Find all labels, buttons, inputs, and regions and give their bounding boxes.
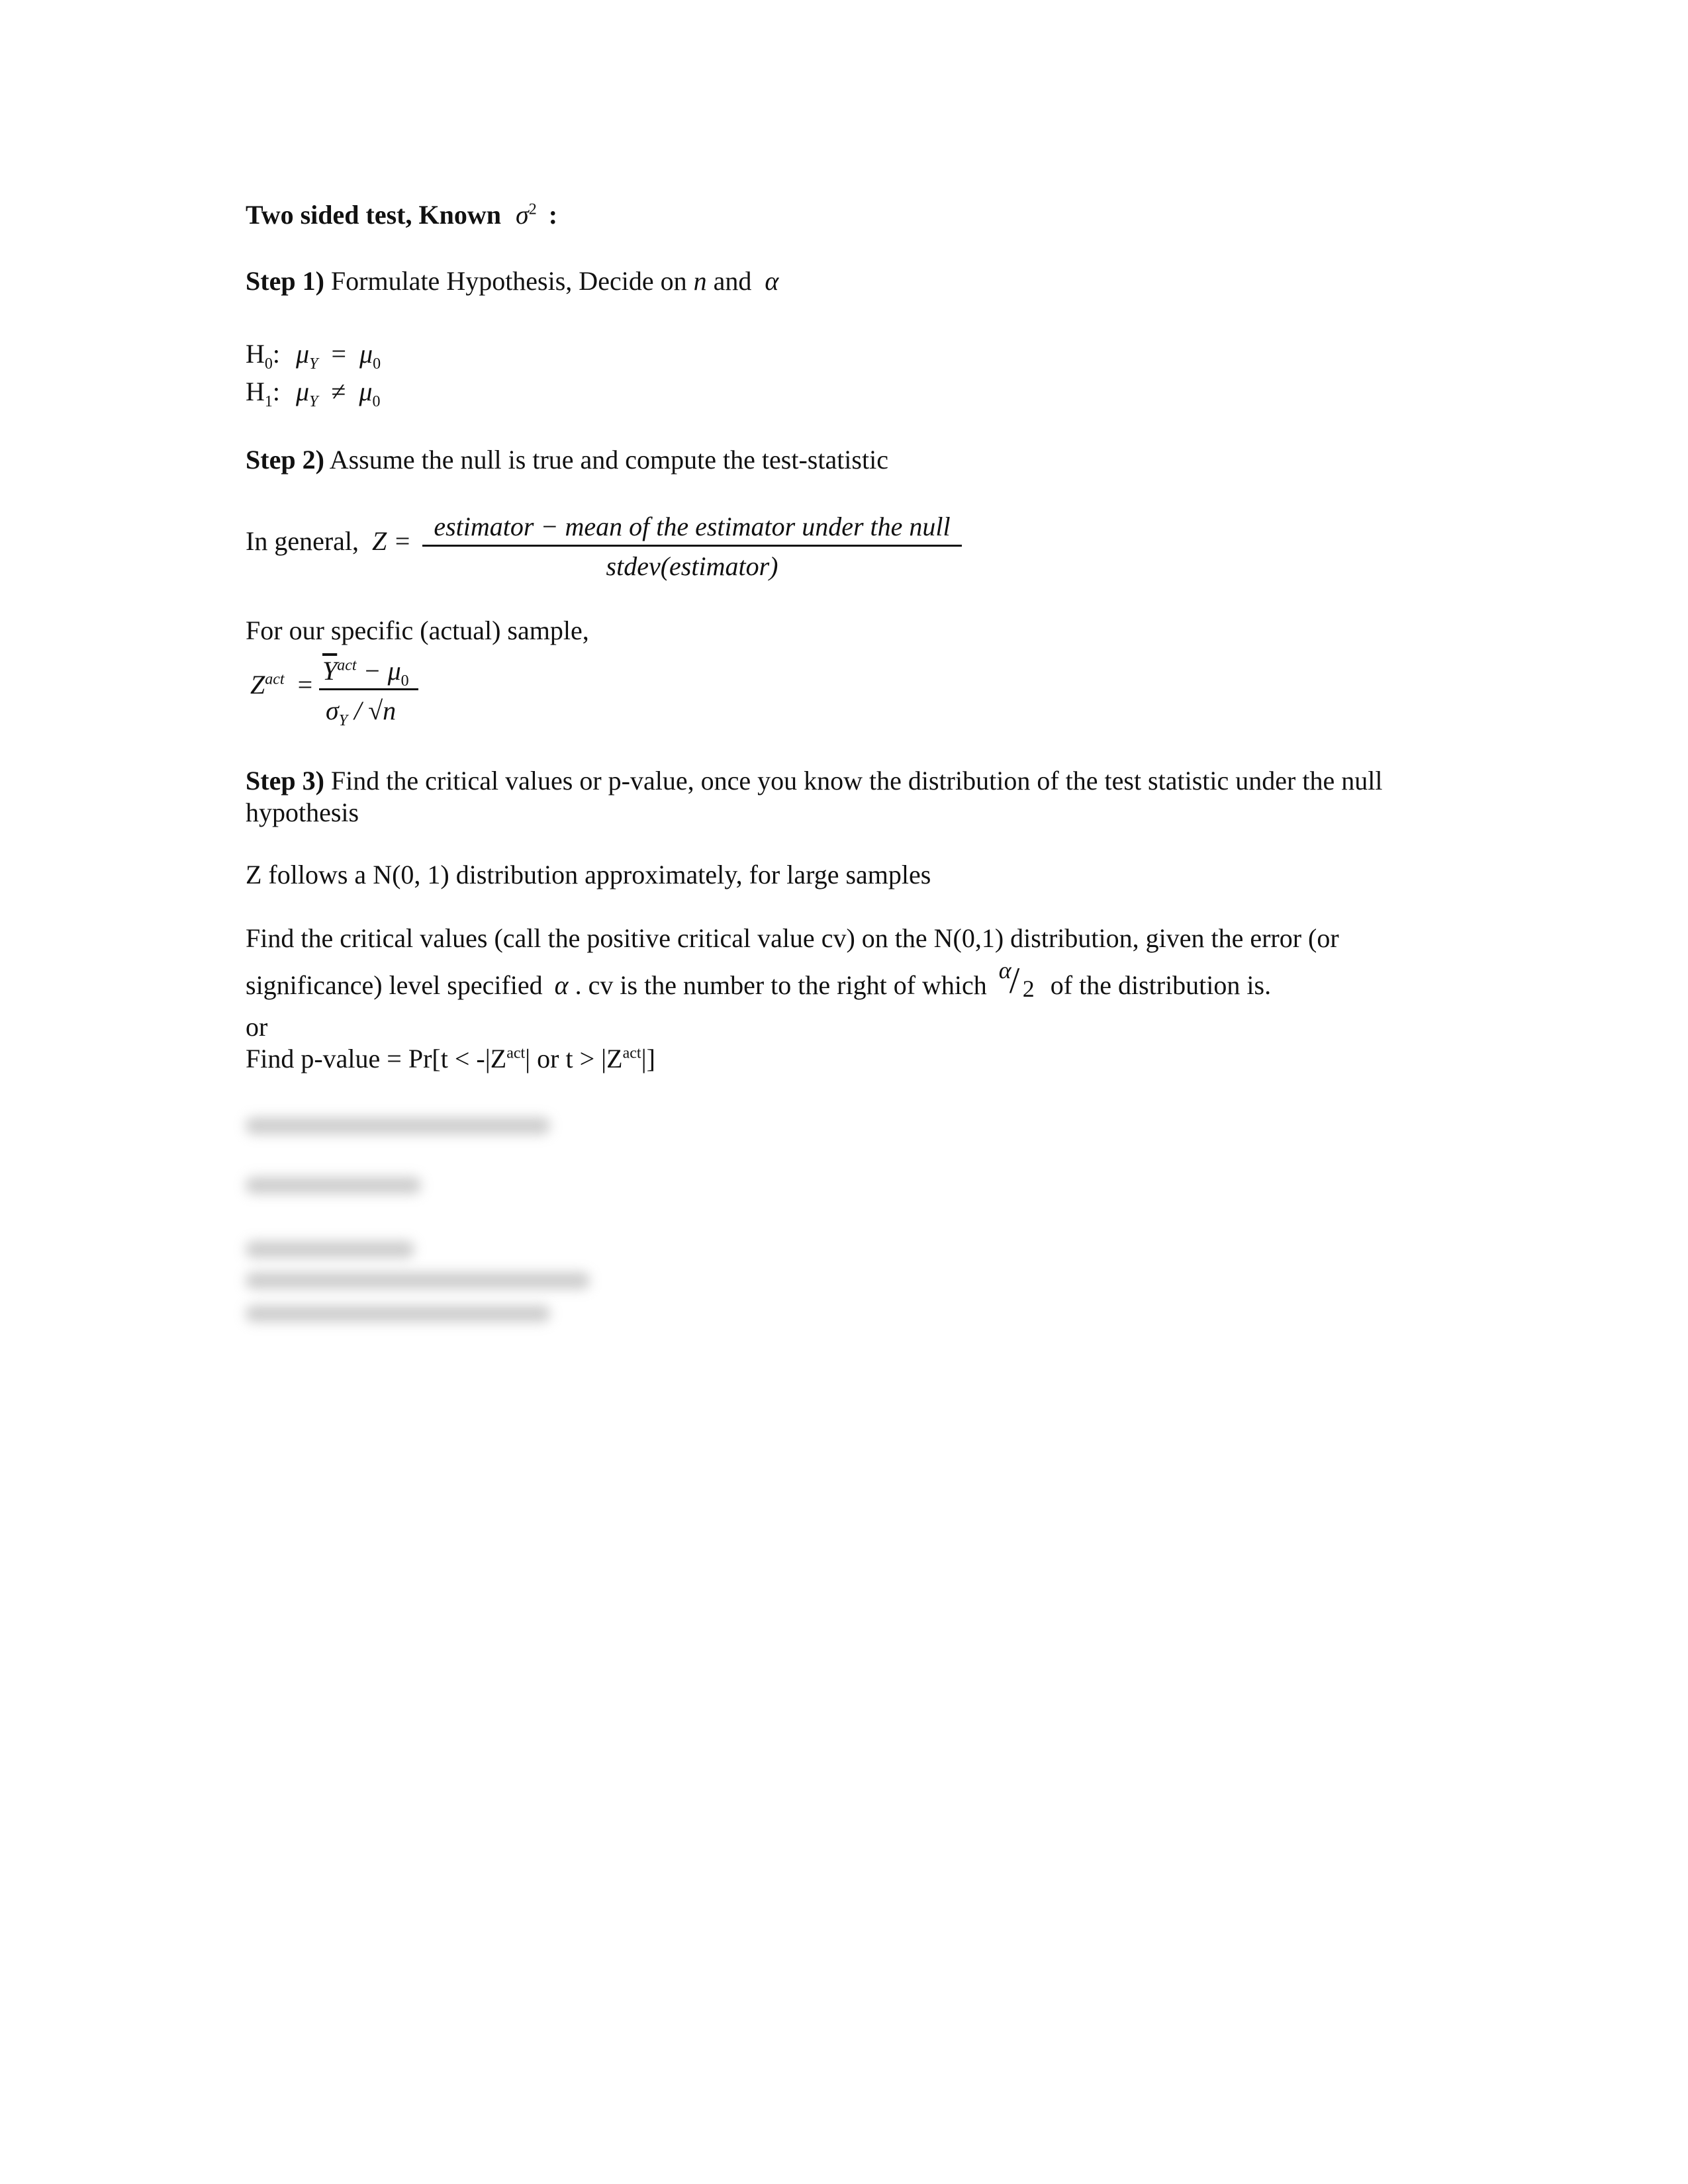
zact-fraction: Yact − μ0 σY / √n: [319, 652, 418, 731]
zact-numerator: Yact − μ0: [322, 655, 409, 689]
h-letter: H: [246, 377, 265, 406]
act-superscript: act: [337, 657, 357, 674]
act-superscript: act: [506, 1044, 526, 1062]
pvalue-mid: | or t > |Z: [525, 1044, 623, 1073]
mu-subscript: 0: [373, 355, 381, 373]
alpha-symbol: α: [554, 970, 569, 1000]
step3-text: Find the critical values or p-value, onc…: [330, 766, 1383, 796]
general-fraction: estimator − mean of the estimator under …: [422, 506, 962, 581]
blurred-line: [246, 1177, 421, 1194]
blurred-line: [246, 1272, 590, 1289]
blurred-line: [246, 1117, 550, 1134]
step2-text: Assume the null is true and compute the …: [329, 445, 888, 475]
h-letter: H: [246, 339, 265, 369]
fraction-bar: [319, 688, 418, 690]
act-superscript: act: [265, 670, 285, 688]
equals-operator: =: [331, 339, 347, 369]
fraction-bar: [422, 545, 962, 547]
pvalue-prefix: Find p-value = Pr[t < -|Z: [246, 1044, 507, 1073]
general-formula-lhs: In general, Z =: [246, 528, 411, 555]
zact-lhs: Zact =: [250, 672, 312, 698]
critical-line2: significance) level specified α . cv is …: [246, 958, 1272, 1001]
sigma-symbol: σ: [326, 696, 339, 725]
not-equals-operator: ≠: [331, 377, 346, 406]
blurred-line: [246, 1305, 550, 1322]
mu-symbol: μ: [296, 339, 310, 369]
colon: :: [272, 339, 281, 369]
pvalue-line: Find p-value = Pr[t < -|Zact| or t > |Za…: [246, 1046, 655, 1072]
step1-label: Step 1): [246, 266, 324, 296]
zact-denominator: σY / √n: [326, 695, 397, 729]
z-follows-text: Z follows a N(0, 1) distribution approxi…: [246, 860, 931, 889]
z-symbol: Z: [250, 670, 265, 700]
step1-text: Formulate Hypothesis, Decide on: [330, 266, 687, 296]
mu-subscript: 0: [400, 672, 409, 690]
fraction-numerator: estimator − mean of the estimator under …: [434, 512, 951, 541]
critical-line1: Find the critical values (call the posit…: [246, 923, 1339, 953]
step2-line: Step 2) Assume the null is true and comp…: [246, 447, 888, 473]
n-symbol: n: [693, 266, 707, 296]
h-subscript: 1: [264, 393, 273, 410]
page-title: Two sided test, Known σ2 :: [246, 202, 557, 228]
step1-line: Step 1) Formulate Hypothesis, Decide on …: [246, 268, 778, 295]
h-subscript: 0: [264, 355, 273, 373]
or-text: or: [246, 1012, 268, 1042]
step3-label: Step 3): [246, 766, 324, 796]
null-hypothesis: H0: μY = μ0: [246, 339, 381, 373]
mu-symbol: μ: [296, 377, 310, 406]
specific-text: For our specific (actual) sample,: [246, 615, 589, 645]
mu-symbol: μ: [359, 377, 373, 406]
step3-continuation: hypothesis: [246, 797, 359, 827]
critical-text-a: significance) level specified: [246, 970, 543, 1000]
step3-line: Step 3) Find the critical values or p-va…: [246, 768, 1382, 794]
blurred-line: [246, 1241, 414, 1258]
minus-mu: − μ: [363, 656, 401, 686]
mu-subscript: Y: [309, 355, 318, 373]
alternative-hypothesis: H1: μY ≠ μ0: [246, 377, 380, 410]
frac-denominator: 2: [1022, 976, 1035, 1002]
step2-label: Step 2): [246, 445, 324, 475]
z-equals: Z =: [372, 526, 412, 556]
title-text: Two sided test, Known: [246, 200, 501, 230]
step1-and: and: [713, 266, 752, 296]
act-superscript: act: [622, 1044, 641, 1062]
equals-sign: =: [297, 670, 313, 700]
critical-text-c: of the distribution is.: [1050, 970, 1272, 1000]
general-prefix: In general,: [246, 526, 359, 556]
critical-text-b: . cv is the number to the right of which: [575, 970, 987, 1000]
alpha-symbol: α: [765, 266, 779, 296]
mu-subscript: Y: [309, 393, 318, 410]
frac-slash: /: [1009, 960, 1020, 1001]
colon: :: [272, 377, 281, 406]
alpha-over-two: α / 2: [998, 958, 1040, 1001]
sqrt-n: / √n: [354, 696, 397, 725]
ybar-symbol: Y: [322, 656, 338, 686]
sigma-subscript: Y: [338, 712, 348, 729]
mu-subscript: 0: [372, 393, 381, 410]
mu-symbol: μ: [359, 339, 373, 369]
sigma-exponent: 2: [528, 201, 537, 218]
fraction-denominator: stdev(estimator): [606, 551, 778, 581]
pvalue-suffix: |]: [641, 1044, 655, 1073]
title-colon: :: [548, 200, 558, 230]
sigma-symbol: σ: [515, 200, 529, 230]
